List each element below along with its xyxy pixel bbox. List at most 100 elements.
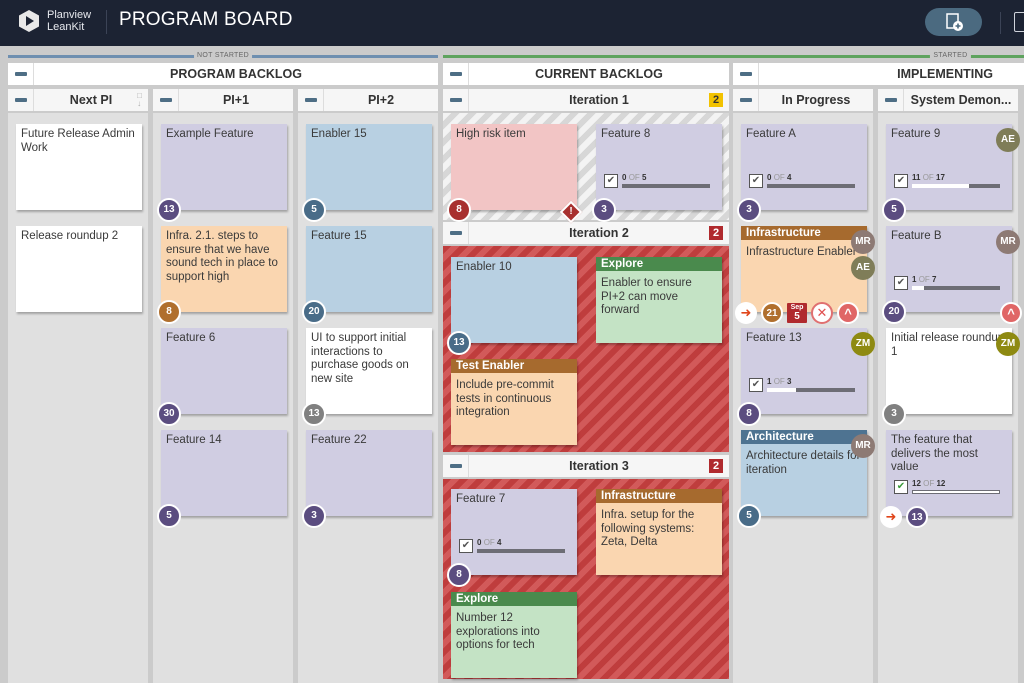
card[interactable]: Example Feature 13 — [157, 124, 287, 222]
card[interactable]: Infrastructure Infra. setup for the follo… — [596, 489, 722, 575]
avatar[interactable]: MR — [851, 434, 875, 458]
lane-header-current-backlog: CURRENT BACKLOG — [443, 63, 729, 85]
lane-header-iteration-3: Iteration 32 — [443, 455, 729, 477]
top-bar: Planview LeanKit PROGRAM BOARD — [0, 0, 1024, 46]
card[interactable]: Enabler 15 5 — [302, 124, 432, 222]
card[interactable]: Feature 8 ✔ 0 OF 5 3 — [592, 124, 722, 222]
collapse-lane-button[interactable] — [443, 222, 469, 244]
wip-count-badge: 2 — [709, 93, 723, 107]
progress-bar-fill — [913, 491, 999, 493]
card-size-badge: 13 — [447, 331, 471, 355]
card-size-badge: 20 — [302, 300, 326, 324]
card[interactable]: Explore Enabler to ensure PI+2 can move f… — [596, 257, 722, 343]
lane-header-system-demo: System Demon... — [878, 89, 1018, 111]
checkbox-icon: ✔ — [894, 276, 908, 290]
card[interactable]: UI to support initial interactions to pu… — [302, 328, 432, 426]
calendar-due-date-icon[interactable]: Sep 5 — [787, 303, 807, 323]
avatar[interactable]: ZM — [851, 332, 875, 356]
card[interactable]: High risk item 8! — [447, 124, 583, 224]
checkbox-icon: ✔ — [749, 378, 763, 392]
card-size-badge: 5 — [882, 198, 906, 222]
collapse-lane-button[interactable] — [153, 89, 179, 111]
avatar[interactable]: MR — [851, 230, 875, 254]
card[interactable]: Infrastructure Infrastructure Enabler MR … — [735, 226, 875, 324]
collapse-lane-button[interactable] — [8, 63, 34, 85]
card-size-badge: 5 — [302, 198, 326, 222]
card-size-badge: 5 — [157, 504, 181, 528]
collapse-lane-button[interactable] — [443, 89, 469, 111]
avatar[interactable]: AE — [996, 128, 1020, 152]
progress-bar-fill — [767, 388, 797, 392]
blocked-icon[interactable]: ✕ — [811, 302, 833, 324]
card[interactable]: Enabler 10 13 — [447, 257, 577, 355]
lane-header-iteration-1: Iteration 12 — [443, 89, 729, 111]
avatar[interactable]: AE — [851, 256, 875, 280]
card[interactable]: The feature that delivers the most value… — [880, 430, 1012, 528]
card[interactable]: Explore Number 12 explorations into optio… — [451, 592, 577, 678]
collapse-lane-button[interactable] — [298, 89, 324, 111]
avatar[interactable]: ZM — [996, 332, 1020, 356]
task-progress[interactable]: ✔ 11 OF 17 — [894, 173, 1004, 190]
phase-started: STARTED — [443, 50, 1024, 62]
lane-header-program-backlog: PROGRAM BACKLOG — [8, 63, 438, 85]
collapse-lane-button[interactable] — [8, 89, 34, 111]
card-type-label: Test Enabler — [451, 359, 577, 373]
task-progress[interactable]: ✔ 0 OF 4 — [749, 173, 859, 190]
task-progress[interactable]: ✔ 12 OF 12 — [894, 479, 1004, 496]
collapse-lane-button[interactable] — [733, 63, 759, 85]
task-progress[interactable]: ✔ 0 OF 5 — [604, 173, 714, 190]
card[interactable]: Future Release Admin Work — [16, 124, 142, 210]
card-size-badge: 13 — [302, 402, 326, 426]
task-progress[interactable]: ✔ 1 OF 3 — [749, 377, 859, 394]
phase-not-started: NOT STARTED — [8, 50, 438, 62]
lane-header-pi1: PI+1 — [153, 89, 293, 111]
card[interactable]: Feature 7 ✔ 0 OF 4 8 — [447, 489, 577, 587]
arrow-right-icon[interactable]: ➜ — [880, 506, 902, 528]
avatar[interactable]: MR — [996, 230, 1020, 254]
checkbox-icon: ✔ — [749, 174, 763, 188]
card-size-badge: 5 — [737, 504, 761, 528]
lane-header-next-pi: Next PI □ ↓ — [8, 89, 148, 111]
card[interactable]: Feature B MR ✔ 1 OF 7 20 ^ — [882, 226, 1022, 324]
collapse-lane-button[interactable] — [733, 89, 759, 111]
task-progress[interactable]: ✔ 1 OF 7 — [894, 275, 1004, 292]
card[interactable]: Feature A ✔ 0 OF 4 3 — [737, 124, 867, 222]
card-type-label: Infrastructure — [596, 489, 722, 503]
arrow-right-icon[interactable]: ➜ — [735, 302, 757, 324]
chevron-up-icon[interactable]: ^ — [837, 302, 859, 324]
card[interactable]: Test Enabler Include pre-commit tests in … — [451, 359, 577, 445]
checkbox-icon: ✔ — [894, 174, 908, 188]
progress-bar-fill — [912, 184, 970, 188]
chevron-up-icon[interactable]: ^ — [1000, 302, 1022, 324]
collapse-lane-button[interactable] — [443, 63, 469, 85]
card[interactable]: Feature 13 ZM ✔ 1 OF 3 8 — [737, 328, 875, 426]
collapse-lane-button[interactable] — [443, 455, 469, 477]
card[interactable]: Feature 15 20 — [302, 226, 432, 324]
card[interactable]: Feature 6 30 — [157, 328, 287, 426]
card-type-label: Infrastructure — [741, 226, 867, 240]
card[interactable]: Architecture Architecture details for ite… — [737, 430, 875, 528]
lane-header-in-progress: In Progress — [733, 89, 873, 111]
board-title: PROGRAM BOARD — [119, 9, 293, 30]
sort-icon[interactable]: □ ↓ — [137, 92, 142, 108]
card-size-badge: 8 — [737, 402, 761, 426]
card[interactable]: Feature 9 AE ✔ 11 OF 17 5 — [882, 124, 1020, 222]
card[interactable]: Feature 22 3 — [302, 430, 432, 528]
checkbox-icon: ✔ — [459, 539, 473, 553]
task-progress[interactable]: ✔ 0 OF 4 — [459, 538, 569, 555]
card-size-badge: 20 — [882, 300, 906, 324]
divider — [1000, 12, 1001, 34]
board-options-icon[interactable] — [1014, 12, 1024, 32]
card[interactable]: Release roundup 2 — [16, 226, 142, 312]
add-card-button[interactable] — [925, 8, 982, 36]
lane-header-iteration-2: Iteration 22 — [443, 222, 729, 244]
card[interactable]: Initial release roundup 1 ZM 3 — [882, 328, 1020, 426]
checkbox-icon: ✔ — [604, 174, 618, 188]
collapse-lane-button[interactable] — [878, 89, 904, 111]
lane-header-pi2: PI+2 — [298, 89, 438, 111]
card[interactable]: Infra. 2.1. steps to ensure that we have… — [157, 226, 287, 324]
progress-bar-fill — [912, 286, 925, 290]
card-size-badge: 3 — [592, 198, 616, 222]
checkbox-icon: ✔ — [894, 480, 908, 494]
card[interactable]: Feature 14 5 — [157, 430, 287, 528]
